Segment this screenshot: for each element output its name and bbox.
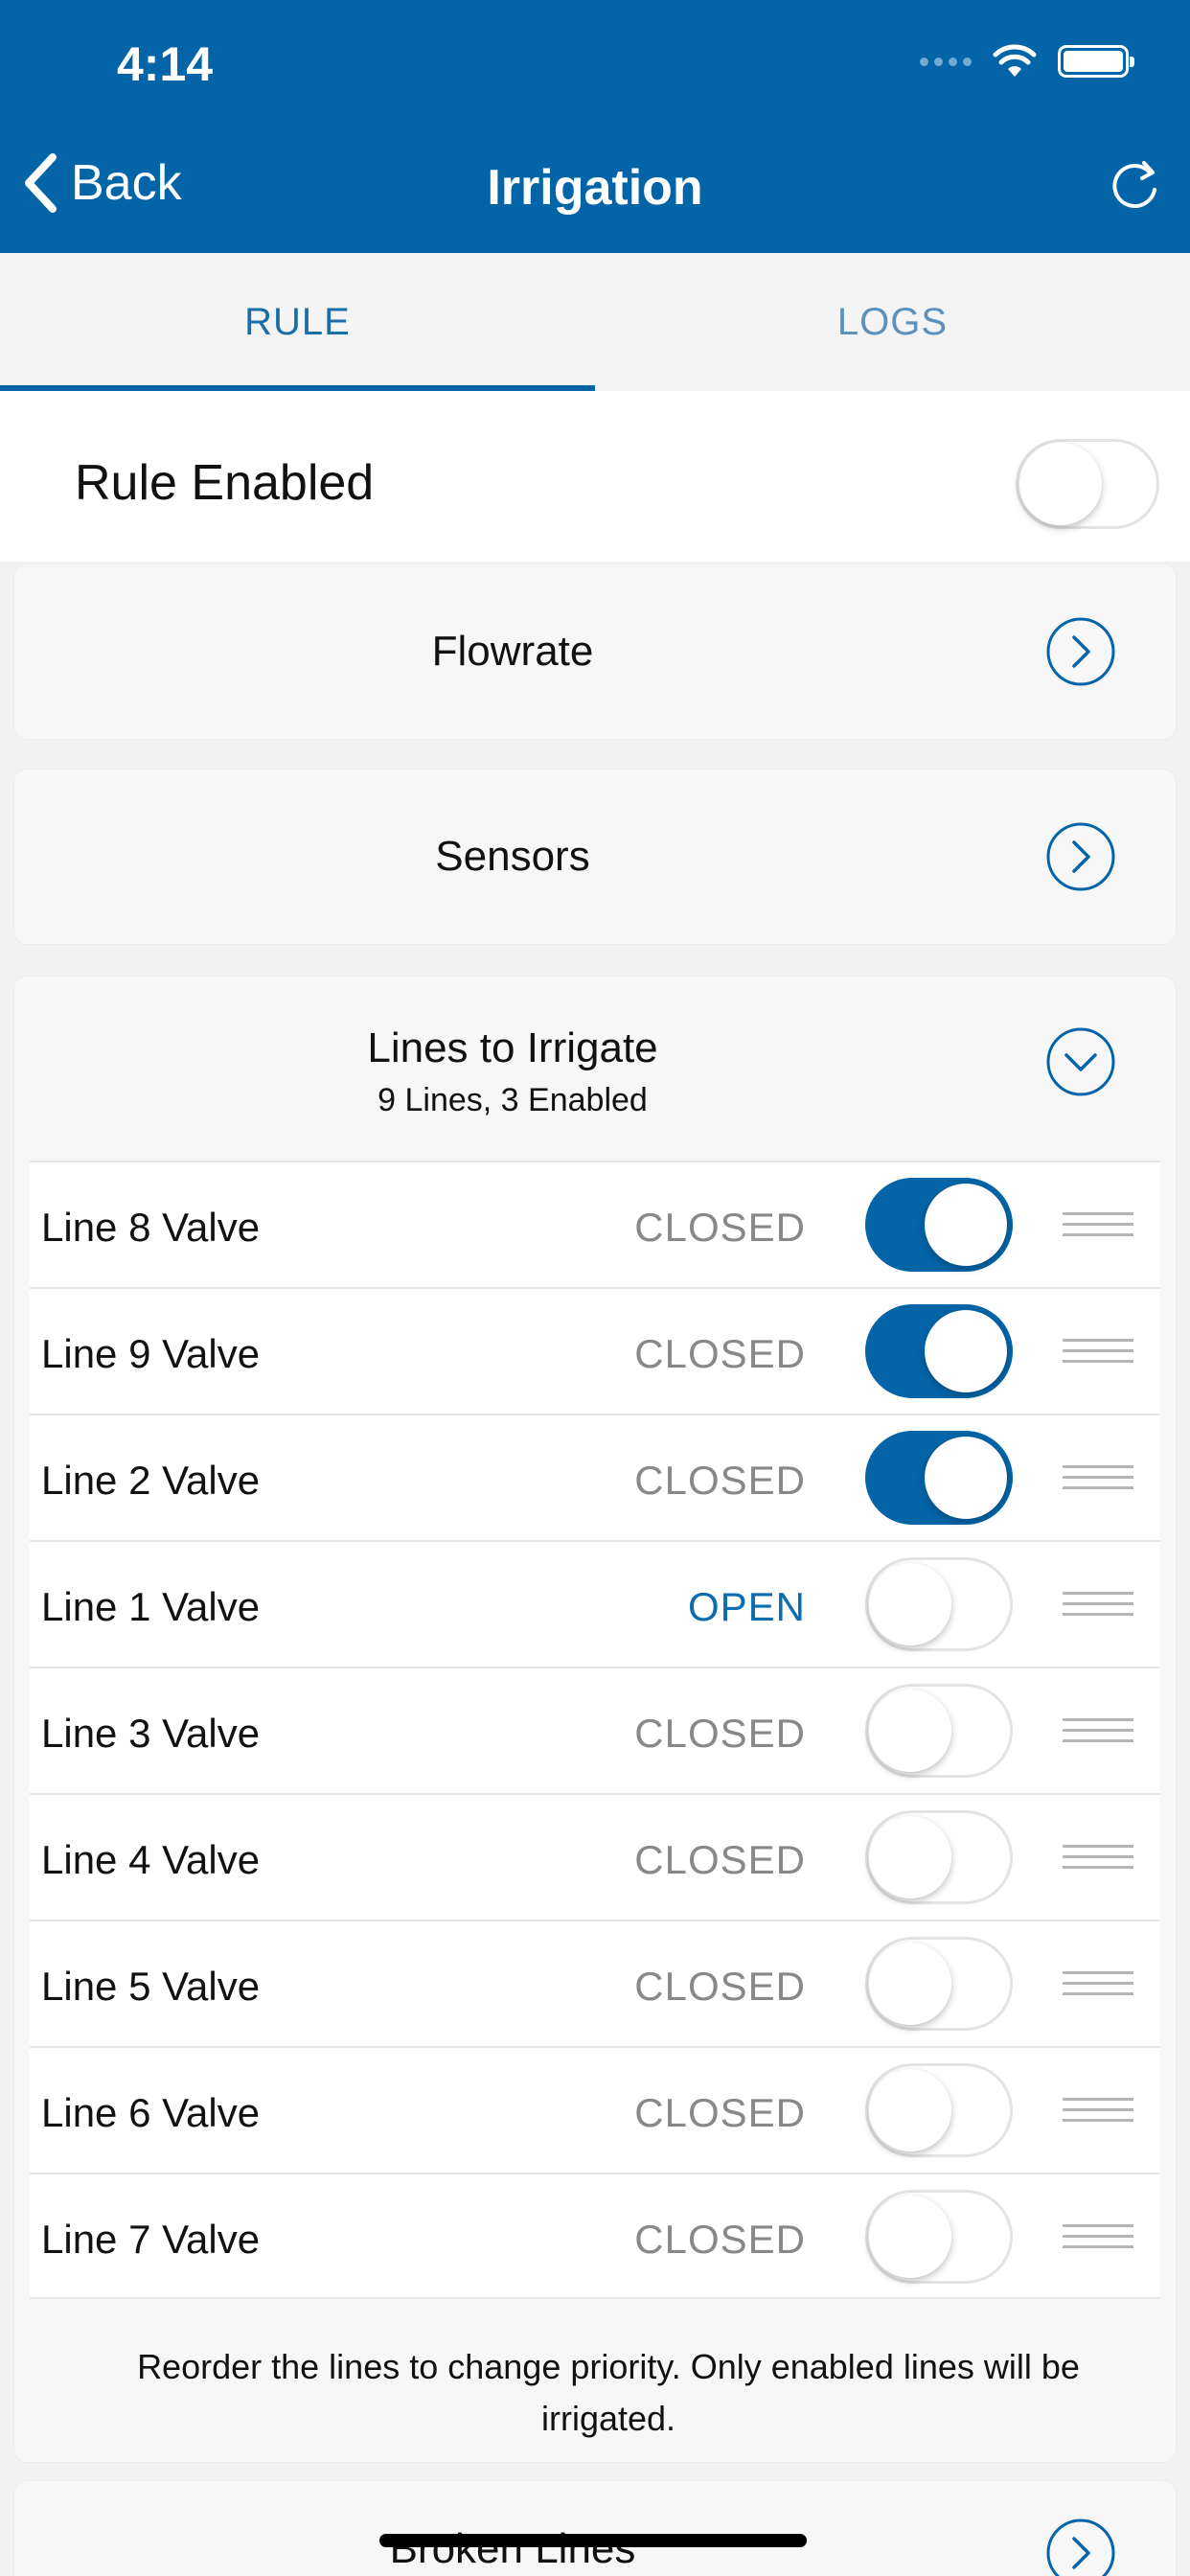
- signal-icon: [920, 57, 972, 66]
- line-name: Line 5 Valve: [41, 1964, 261, 2009]
- list-item: Line 9 Valve CLOSED: [30, 1287, 1160, 1414]
- home-indicator: [379, 2534, 807, 2547]
- chevron-right-circle-icon[interactable]: [1045, 616, 1116, 687]
- status-icons: [920, 44, 1134, 79]
- list-item: Line 5 Valve CLOSED: [30, 1920, 1160, 2046]
- sensors-card[interactable]: Sensors: [13, 769, 1177, 945]
- line-status: CLOSED: [634, 1331, 806, 1376]
- line-status: CLOSED: [634, 1964, 806, 2009]
- lines-list: Line 8 Valve CLOSED Line 9 Valve CLOSED …: [30, 1161, 1160, 2299]
- tab-rule[interactable]: RULE: [0, 253, 595, 391]
- flowrate-title: Flowrate: [431, 628, 594, 675]
- drag-handle-icon[interactable]: [1063, 1845, 1133, 1874]
- drag-handle-icon[interactable]: [1063, 1212, 1133, 1241]
- page-title: Irrigation: [487, 160, 703, 216]
- broken-lines-title: Broken Lines: [389, 2525, 636, 2572]
- line-name: Line 7 Valve: [41, 2217, 261, 2262]
- reorder-hint: Reorder the lines to change priority. On…: [137, 2347, 1080, 2438]
- line-toggle[interactable]: [865, 1557, 1013, 1651]
- toggle-knob: [1019, 443, 1102, 525]
- toggle-knob: [925, 1437, 1007, 1519]
- drag-handle-icon[interactable]: [1063, 1718, 1133, 1747]
- line-toggle[interactable]: [865, 2190, 1013, 2284]
- line-toggle[interactable]: [865, 1178, 1013, 1272]
- refresh-button[interactable]: [1108, 159, 1161, 218]
- lines-subtitle: 9 Lines, 3 Enabled: [378, 1082, 648, 1118]
- drag-handle-icon[interactable]: [1063, 1465, 1133, 1494]
- toggle-knob: [869, 1816, 951, 1898]
- toggle-knob: [869, 2196, 951, 2278]
- list-item: Line 2 Valve CLOSED: [30, 1414, 1160, 1540]
- chevron-down-circle-icon[interactable]: [1045, 1026, 1116, 1097]
- line-name: Line 8 Valve: [41, 1205, 261, 1250]
- line-toggle[interactable]: [865, 1937, 1013, 2031]
- rule-enabled-row: Rule Enabled: [0, 391, 1190, 562]
- rule-enabled-label: Rule Enabled: [75, 455, 375, 511]
- line-toggle[interactable]: [865, 1304, 1013, 1398]
- list-item: Line 8 Valve CLOSED: [30, 1161, 1160, 1287]
- line-toggle[interactable]: [865, 2063, 1013, 2157]
- drag-handle-icon[interactable]: [1063, 1971, 1133, 2000]
- flowrate-card[interactable]: Flowrate: [13, 564, 1177, 740]
- tab-bar: RULE LOGS: [0, 253, 1190, 391]
- line-status: CLOSED: [634, 2217, 806, 2262]
- toggle-knob: [925, 1184, 1007, 1266]
- list-item: Line 4 Valve CLOSED: [30, 1793, 1160, 1920]
- line-toggle[interactable]: [865, 1810, 1013, 1904]
- toggle-knob: [869, 2069, 951, 2151]
- line-status: OPEN: [687, 1584, 806, 1629]
- list-item: Line 6 Valve CLOSED: [30, 2046, 1160, 2173]
- main-content: Rule Enabled Flowrate Sensors Lines to I…: [0, 391, 1190, 2576]
- line-toggle[interactable]: [865, 1684, 1013, 1778]
- line-name: Line 1 Valve: [41, 1584, 261, 1629]
- lines-title: Lines to Irrigate: [367, 1024, 658, 1071]
- line-name: Line 3 Valve: [41, 1711, 261, 1756]
- app-header: 4:14 Back Irrigation: [0, 0, 1190, 253]
- line-name: Line 9 Valve: [41, 1331, 261, 1376]
- line-status: CLOSED: [634, 1458, 806, 1503]
- wifi-icon: [993, 44, 1037, 77]
- drag-handle-icon[interactable]: [1063, 2098, 1133, 2127]
- toggle-knob: [925, 1310, 1007, 1392]
- drag-handle-icon[interactable]: [1063, 2224, 1133, 2253]
- status-time: 4:14: [117, 37, 214, 91]
- line-toggle[interactable]: [865, 1431, 1013, 1525]
- line-status: CLOSED: [634, 1837, 806, 1882]
- list-item: Line 7 Valve CLOSED: [30, 2173, 1160, 2299]
- list-item: Line 1 Valve OPEN: [30, 1540, 1160, 1667]
- lines-card: Lines to Irrigate 9 Lines, 3 Enabled Lin…: [13, 976, 1177, 2463]
- chevron-right-circle-icon[interactable]: [1045, 2518, 1116, 2576]
- line-status: CLOSED: [634, 2090, 806, 2135]
- battery-icon: [1058, 45, 1134, 78]
- toggle-knob: [869, 1943, 951, 2025]
- line-status: CLOSED: [634, 1711, 806, 1756]
- line-status: CLOSED: [634, 1205, 806, 1250]
- drag-handle-icon[interactable]: [1063, 1339, 1133, 1368]
- sensors-title: Sensors: [435, 833, 590, 880]
- toggle-knob: [869, 1563, 951, 1645]
- drag-handle-icon[interactable]: [1063, 1592, 1133, 1621]
- refresh-icon: [1112, 161, 1156, 209]
- tab-logs[interactable]: LOGS: [595, 253, 1190, 391]
- line-name: Line 6 Valve: [41, 2090, 261, 2135]
- toggle-knob: [869, 1690, 951, 1772]
- chevron-right-circle-icon[interactable]: [1045, 821, 1116, 892]
- rule-enabled-toggle[interactable]: [1016, 439, 1159, 529]
- line-name: Line 2 Valve: [41, 1458, 261, 1503]
- line-name: Line 4 Valve: [41, 1837, 261, 1882]
- broken-lines-card[interactable]: Broken Lines: [13, 2480, 1177, 2576]
- list-item: Line 3 Valve CLOSED: [30, 1667, 1160, 1793]
